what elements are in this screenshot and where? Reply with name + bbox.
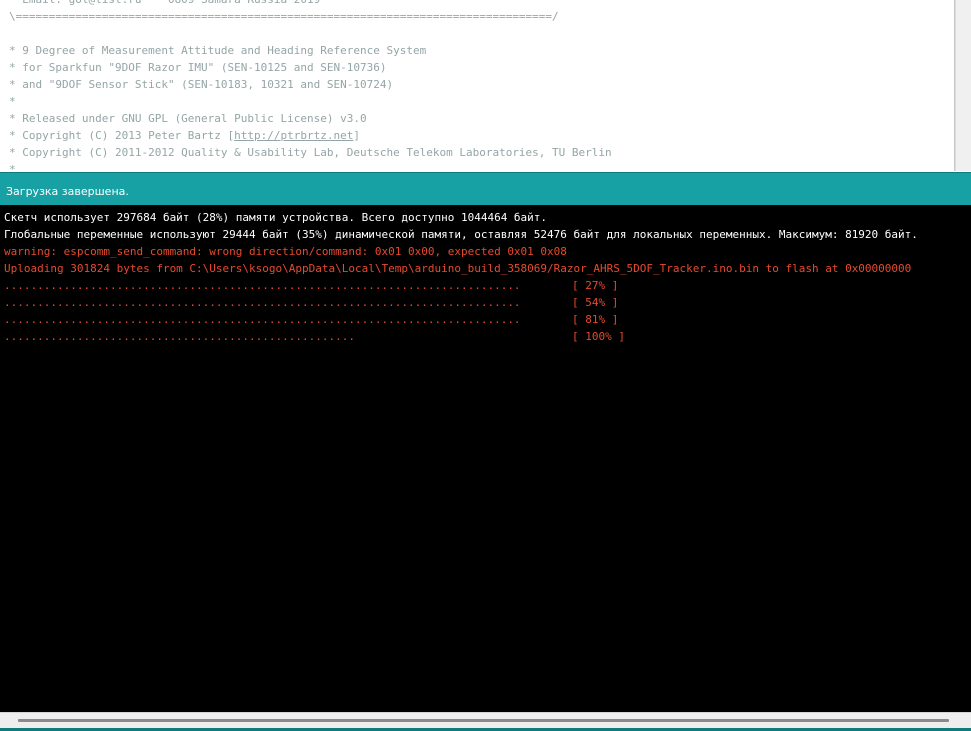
- code-line: * Released under GNU GPL (General Public…: [9, 112, 367, 125]
- scrollbar-thumb[interactable]: [18, 719, 949, 722]
- console-line: Глобальные переменные используют 29444 б…: [4, 228, 918, 241]
- code-line: * Email: gol@list.ru 0809 Samara Russia …: [9, 0, 526, 8]
- status-bar: Загрузка завершена.: [0, 172, 971, 205]
- code-editor[interactable]: * Email: gol@list.ru 0809 Samara Russia …: [0, 0, 955, 171]
- code-line-copyright: * Copyright (C) 2013 Peter Bartz [http:/…: [9, 127, 360, 144]
- progress-dots: ........................................…: [4, 296, 521, 309]
- code-line-text: ]: [353, 129, 361, 142]
- code-line: *: [9, 95, 16, 108]
- code-line: * 9 Degree of Measurement Attitude and H…: [9, 44, 427, 57]
- editor-vertical-scrollbar[interactable]: [955, 0, 971, 171]
- progress-percent: [ 54% ]: [572, 296, 619, 309]
- console-horizontal-scrollbar[interactable]: [0, 712, 971, 729]
- console-line: Uploading 301824 bytes from C:\Users\kso…: [4, 262, 912, 275]
- console-line: Скетч использует 297684 байт (28%) памят…: [4, 211, 548, 224]
- code-line: * for Sparkfun "9DOF Razor IMU" (SEN-101…: [9, 61, 387, 74]
- code-line: *: [9, 163, 16, 171]
- progress-percent: [ 27% ]: [572, 279, 619, 292]
- code-line: \=======================================…: [9, 10, 559, 23]
- code-line: * and "9DOF Sensor Stick" (SEN-10183, 10…: [9, 78, 394, 91]
- console-line: warning: espcomm_send_command: wrong dir…: [4, 245, 567, 258]
- progress-dots: ........................................…: [4, 279, 521, 292]
- progress-percent: [ 81% ]: [572, 313, 619, 326]
- status-message: Загрузка завершена.: [6, 185, 129, 198]
- console-output[interactable]: Скетч использует 297684 байт (28%) памят…: [0, 205, 971, 712]
- progress-dots: ........................................…: [4, 313, 521, 326]
- code-line: * Copyright (C) 2011-2012 Quality & Usab…: [9, 146, 612, 159]
- url-link[interactable]: http://ptrbrtz.net: [234, 129, 353, 142]
- progress-dots: ........................................…: [4, 330, 355, 343]
- code-line-text: * Copyright (C) 2013 Peter Bartz [: [9, 129, 235, 142]
- progress-percent: [ 100% ]: [572, 330, 625, 343]
